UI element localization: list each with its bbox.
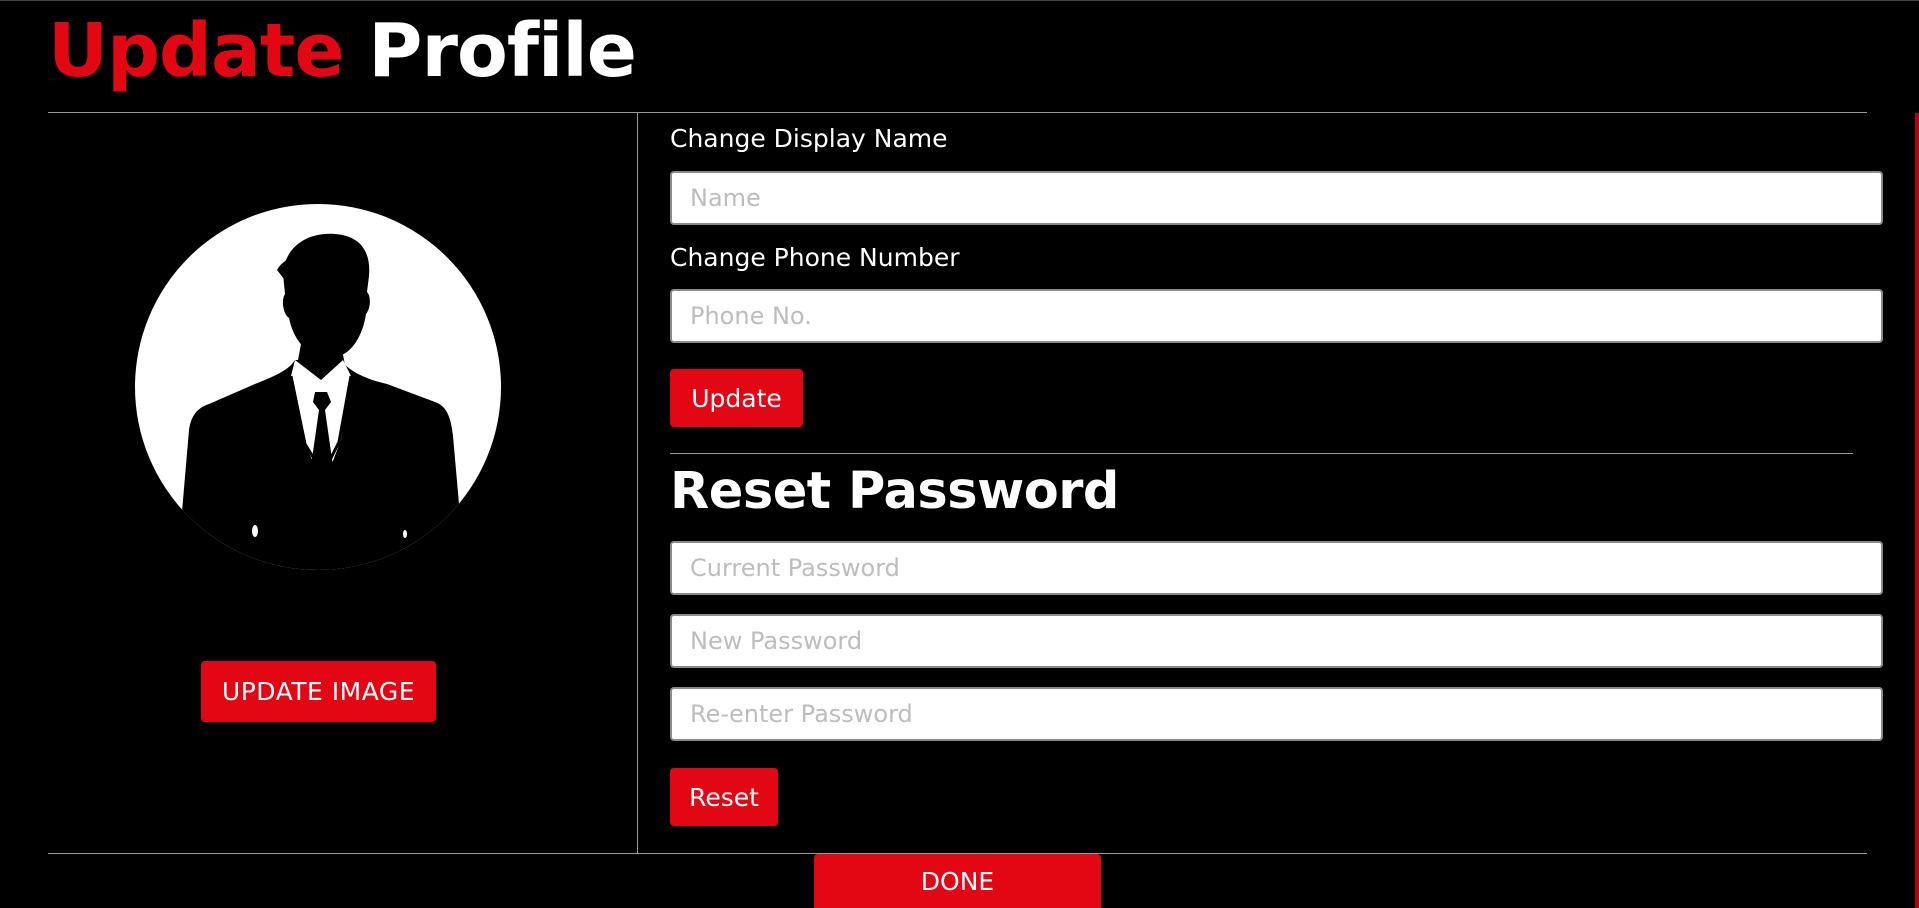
reset-password-title: Reset Password [670, 462, 1119, 521]
done-button[interactable]: DONE [814, 854, 1101, 908]
update-image-button[interactable]: UPDATE IMAGE [201, 661, 436, 722]
update-profile-page: Update Profile UPDATE IMAGE Change Displ… [0, 0, 1919, 908]
phone-number-label: Change Phone Number [670, 243, 960, 272]
column-divider [637, 113, 638, 853]
reset-button[interactable]: Reset [670, 768, 778, 826]
display-name-label: Change Display Name [670, 124, 948, 153]
section-divider [670, 453, 1853, 454]
page-title: Update Profile [48, 7, 637, 96]
update-button[interactable]: Update [670, 369, 803, 427]
page-title-rest: Profile [368, 8, 637, 94]
right-edge-accent [1915, 113, 1919, 908]
display-name-input[interactable] [670, 171, 1883, 225]
phone-number-input[interactable] [670, 289, 1883, 343]
page-title-accent: Update [48, 8, 345, 94]
current-password-input[interactable] [670, 541, 1883, 595]
new-password-input[interactable] [670, 614, 1883, 668]
top-divider [48, 112, 1867, 113]
reenter-password-input[interactable] [670, 687, 1883, 741]
user-silhouette-icon [135, 204, 501, 570]
